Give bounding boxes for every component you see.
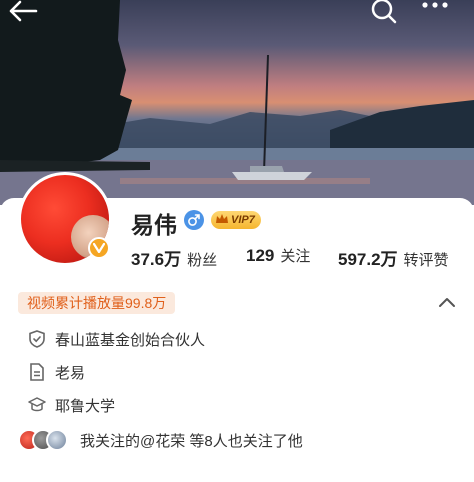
mutual-follow-text: 我关注的@花荣 等8人也关注了他 [80, 432, 303, 450]
search-icon [371, 0, 397, 24]
info-row-title: 春山蓝基金创始合伙人 [28, 328, 205, 350]
mutual-follow-row[interactable]: 我关注的@花荣 等8人也关注了他 [18, 428, 303, 452]
male-gender-icon [184, 210, 204, 230]
stat-following-value: 129 [246, 246, 275, 265]
top-bar [0, 0, 474, 40]
stat-interactions[interactable]: 597.2万 转评赞 [338, 245, 449, 269]
info-title-text: 春山蓝基金创始合伙人 [55, 331, 206, 349]
vip-label: VIP7 [231, 214, 255, 226]
crown-icon [216, 214, 228, 223]
stat-following-label: 关注 [280, 248, 311, 265]
info-intro-text: 老易 [55, 364, 86, 382]
stat-following[interactable]: 129 关注 [246, 245, 310, 267]
chevron-up-icon [439, 298, 455, 307]
mutual-avatars [18, 429, 72, 451]
search-button[interactable] [370, 0, 410, 28]
more-dots-icon [422, 2, 448, 8]
stat-interactions-value: 597.2万 [338, 250, 398, 269]
info-row-intro: 老易 [28, 361, 85, 383]
verified-badge-icon [88, 237, 110, 259]
back-button[interactable] [8, 0, 48, 28]
stat-followers-value: 37.6万 [131, 250, 182, 269]
graduation-cap-icon [28, 396, 46, 414]
document-icon [28, 363, 46, 381]
back-arrow-icon [9, 0, 38, 22]
info-school-text: 耶鲁大学 [55, 397, 116, 415]
stat-interactions-label: 转评赞 [403, 252, 449, 269]
collapse-button[interactable] [437, 294, 457, 312]
avatar [46, 429, 68, 451]
stat-followers[interactable]: 37.6万 粉丝 [131, 245, 218, 269]
vip-badge[interactable]: VIP7 [211, 211, 261, 229]
video-play-count-badge: 视频累计播放量99.8万 [18, 292, 176, 314]
shield-check-icon [28, 330, 46, 348]
profile-name: 易伟 [131, 212, 177, 238]
stat-followers-label: 粉丝 [187, 252, 218, 269]
info-row-school: 耶鲁大学 [28, 394, 115, 416]
more-button[interactable] [420, 0, 460, 28]
